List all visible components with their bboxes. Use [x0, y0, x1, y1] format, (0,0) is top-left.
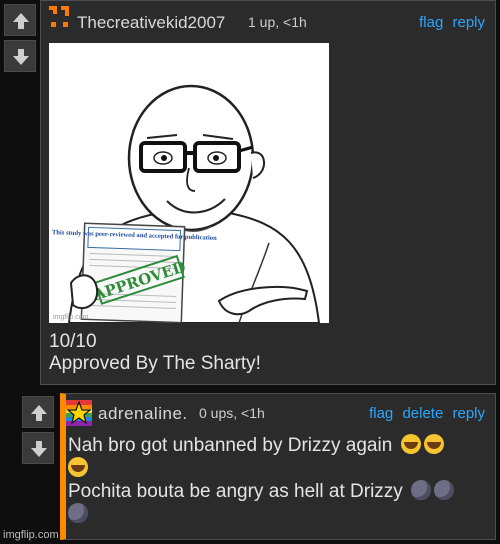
loudly-crying-emoji-icon [423, 434, 444, 454]
comment-body: Nah bro got unbanned by Drizzy again Poc… [68, 434, 488, 526]
new-moon-face-emoji-icon [68, 503, 88, 523]
comment-meta: 0 ups, <1h [199, 405, 265, 421]
comment-2: adrenaline. 0 ups, <1h flag delete reply… [60, 393, 496, 540]
body-line: 10/10 [49, 331, 97, 352]
reply-link[interactable]: reply [452, 405, 485, 422]
body-line: Nah bro got unbanned by Drizzy again [68, 435, 393, 456]
arrow-down-icon [13, 49, 29, 65]
username-link[interactable]: adrenaline. [98, 404, 188, 424]
comment-header: Thecreativekid2007 1 up, <1h flag reply [41, 4, 495, 33]
imgflip-watermark: imgflip.com [3, 529, 59, 541]
user-avatar[interactable] [47, 4, 73, 30]
image-watermark: imgflip.com [53, 314, 89, 321]
comment-header: adrenaline. 0 ups, <1h flag delete reply [66, 400, 495, 426]
downvote-button[interactable] [22, 432, 54, 464]
flag-link[interactable]: flag [419, 14, 443, 31]
downvote-button[interactable] [4, 40, 36, 72]
arrow-up-icon [13, 13, 29, 29]
new-moon-face-emoji-icon [434, 480, 455, 500]
reply-link[interactable]: reply [452, 14, 485, 31]
flag-link[interactable]: flag [369, 405, 393, 422]
arrow-up-icon [31, 405, 47, 421]
body-line: Pochita bouta be angry as hell at Drizzy [68, 481, 403, 502]
upvote-button[interactable] [4, 4, 36, 36]
username-link[interactable]: Thecreativekid2007 [77, 13, 225, 33]
loudly-crying-emoji-icon [68, 457, 88, 477]
meme-image[interactable]: This study was peer-reviewed and accepte… [49, 43, 329, 324]
comment-1: Thecreativekid2007 1 up, <1h flag reply [40, 0, 496, 385]
comment-body: 10/10 Approved By The Sharty! [49, 331, 261, 375]
upvote-button[interactable] [22, 396, 54, 428]
body-line: Approved By The Sharty! [49, 353, 261, 374]
delete-link[interactable]: delete [402, 405, 443, 422]
loudly-crying-emoji-icon [400, 434, 421, 454]
arrow-down-icon [31, 441, 47, 457]
new-moon-face-emoji-icon [411, 480, 432, 500]
comment-meta: 1 up, <1h [248, 14, 307, 30]
user-avatar[interactable] [66, 400, 92, 426]
